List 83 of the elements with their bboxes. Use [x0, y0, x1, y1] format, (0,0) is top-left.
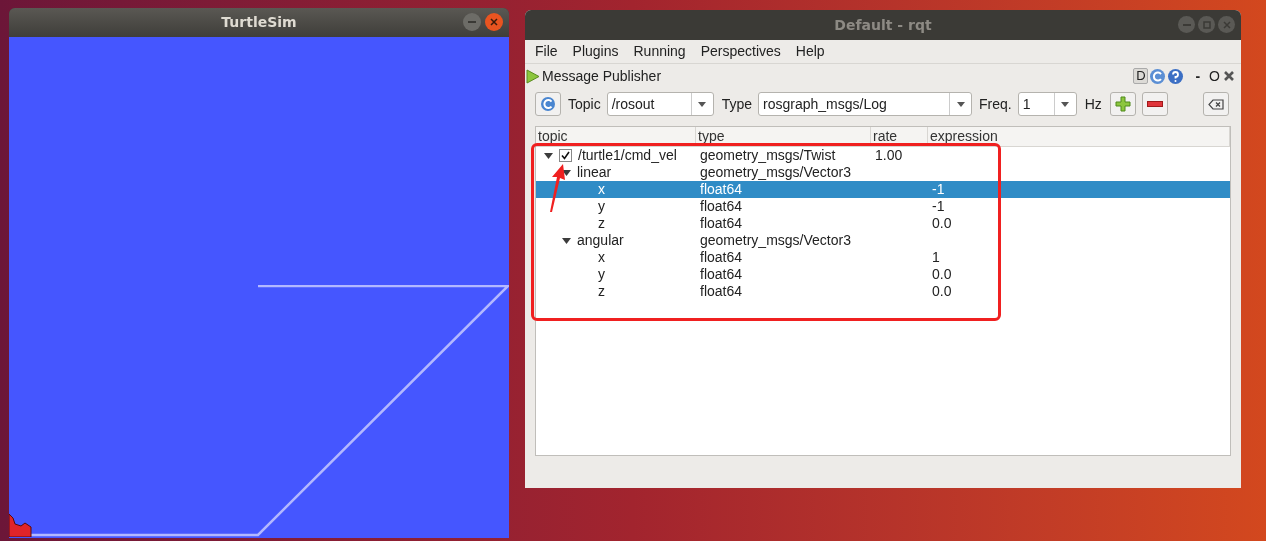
dropdown-arrow-icon	[1061, 101, 1070, 107]
clear-icon	[1208, 98, 1224, 110]
checkbox[interactable]	[559, 149, 572, 162]
check-icon	[561, 151, 570, 160]
expanded-arrow-icon[interactable]	[544, 152, 553, 159]
topic-cell-text: linear	[577, 163, 612, 182]
topic-cell-text: y	[598, 197, 605, 216]
freq-combo[interactable]: 1	[1017, 92, 1077, 116]
type-cell: geometry_msgs/Twist	[700, 147, 836, 163]
tree-row[interactable]: angular geometry_msgs/Vector3	[536, 232, 1230, 249]
column-header[interactable]: rate	[871, 127, 928, 146]
expression-cell: 0.0	[932, 215, 952, 231]
refresh-button[interactable]	[535, 92, 561, 116]
type-cell: float64	[700, 198, 743, 214]
play-icon	[526, 68, 540, 84]
close-icon	[1222, 20, 1231, 29]
window-title: TurtleSim	[221, 13, 297, 32]
expression-cell: 0.0	[932, 283, 952, 299]
add-button[interactable]	[1109, 92, 1136, 116]
topic-cell-text: z	[598, 282, 605, 301]
expanded-arrow-icon[interactable]	[562, 237, 571, 244]
freq-label: Freq.	[979, 94, 1012, 114]
expression-cell: -1	[932, 181, 945, 197]
column-header[interactable]: expression	[928, 127, 1230, 146]
unit-label: Hz	[1084, 94, 1102, 114]
type-cell: float64	[700, 181, 743, 197]
window-title: Default - rqt	[834, 15, 932, 35]
rate-cell: 1.00	[875, 147, 903, 163]
minimize-plugin-button[interactable]: -	[1195, 65, 1201, 87]
maximize-icon	[1202, 20, 1211, 29]
tree-row[interactable]: y float64 0.0	[536, 266, 1230, 283]
topic-cell-text: z	[598, 214, 605, 233]
close-button[interactable]	[485, 13, 503, 31]
type-combo[interactable]: rosgraph_msgs/Log	[758, 92, 973, 116]
type-label: Type	[721, 94, 753, 114]
close-icon	[490, 18, 498, 26]
topic-cell-text: y	[598, 265, 605, 284]
topic-cell-text: angular	[577, 231, 624, 250]
menu-item[interactable]: Help	[795, 41, 825, 62]
annotation-arrow	[548, 163, 568, 213]
tree-row[interactable]: z float64 0.0	[536, 283, 1230, 300]
topic-cell-text: /turtle1/cmd_vel	[578, 146, 677, 165]
dropdown-arrow-icon	[956, 101, 965, 107]
menu-item[interactable]: Perspectives	[700, 41, 781, 62]
remove-button[interactable]	[1141, 92, 1168, 116]
help-icon[interactable]	[1167, 67, 1185, 85]
refresh-icon	[540, 96, 556, 112]
topic-label: Topic	[568, 94, 601, 114]
type-cell: float64	[700, 215, 743, 231]
tree-row[interactable]: y float64 -1	[536, 198, 1230, 215]
tree-row[interactable]: z float64 0.0	[536, 215, 1230, 232]
plus-icon	[1114, 96, 1131, 112]
dock-toggle[interactable]: D	[1133, 68, 1149, 84]
tree-row[interactable]: x float64 -1	[536, 181, 1230, 198]
tree-row[interactable]: /turtle1/cmd_vel geometry_msgs/Twist 1.00	[536, 147, 1230, 164]
topic-cell-text: x	[598, 248, 605, 267]
type-cell: geometry_msgs/Vector3	[700, 232, 851, 248]
minimize-icon	[468, 21, 476, 23]
type-cell: float64	[700, 249, 743, 265]
column-header[interactable]: type	[696, 127, 871, 146]
float-plugin-button[interactable]: O	[1209, 65, 1220, 87]
expanded-arrow-icon[interactable]	[562, 169, 571, 176]
tree-row[interactable]: linear geometry_msgs/Vector3	[536, 164, 1230, 181]
menu-item[interactable]: File	[535, 41, 558, 62]
reload-icon[interactable]	[1149, 67, 1167, 85]
expression-cell: -1	[932, 198, 945, 214]
column-header[interactable]: topic	[536, 127, 696, 146]
type-cell: float64	[700, 283, 743, 299]
turtle-icon	[9, 514, 33, 537]
expression-cell: 0.0	[932, 266, 952, 282]
close-icon[interactable]	[1223, 70, 1235, 82]
topic-cell-text: x	[598, 180, 605, 199]
type-cell: geometry_msgs/Vector3	[700, 164, 851, 180]
menu-item[interactable]: Running	[633, 41, 686, 62]
minus-icon	[1146, 101, 1163, 107]
type-cell: float64	[700, 266, 743, 282]
dropdown-arrow-icon	[698, 101, 707, 107]
clear-button[interactable]	[1203, 92, 1229, 116]
tree-row[interactable]: x float64 1	[536, 249, 1230, 266]
topic-combo[interactable]: /rosout	[606, 92, 714, 116]
menu-item[interactable]: Plugins	[572, 41, 619, 62]
plugin-title: Message Publisher	[542, 66, 662, 86]
expression-cell: 1	[932, 249, 940, 265]
